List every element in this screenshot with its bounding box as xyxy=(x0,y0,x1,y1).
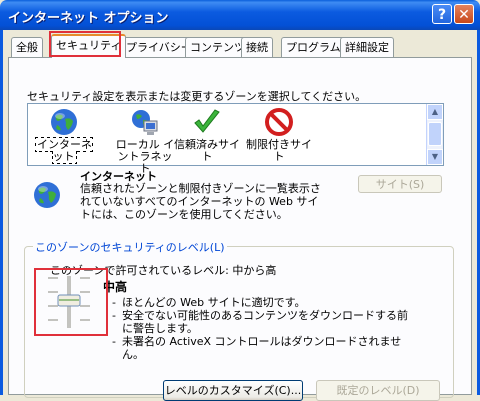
selected-zone-globe-icon xyxy=(32,180,62,210)
window-title: インターネット オプション xyxy=(8,11,169,26)
scroll-thumb[interactable] xyxy=(428,122,442,146)
level-bullet: ほとんどの Web サイトに適切です。 xyxy=(112,296,412,309)
tab-advanced[interactable]: 詳細設定 xyxy=(340,37,394,57)
prohibited-icon xyxy=(264,107,294,137)
security-level-legend: このゾーンのセキュリティのレベル(L) xyxy=(33,239,227,255)
zone-restricted-sites[interactable]: 制限付きサイト xyxy=(244,104,314,163)
zone-internet[interactable]: インターネット xyxy=(32,104,96,164)
checkmark-icon xyxy=(192,107,222,137)
zone-list: インターネット ローカル イントラネット 信頼済みサイト 制限付きサイト ▲ ▼ xyxy=(27,103,444,175)
help-button[interactable]: ? xyxy=(432,4,452,24)
title-bar: インターネット オプション ? ✕ xyxy=(0,0,480,30)
scroll-up-arrow[interactable]: ▲ xyxy=(427,104,443,120)
tab-general[interactable]: 全般 xyxy=(11,37,43,57)
selected-zone-description: 信頼されたゾーンと制限付きゾーンに一覧表示されていないすべてのインターネットの … xyxy=(80,182,321,221)
zone-label-trusted-sites: 信頼済みサイト xyxy=(174,138,240,163)
zone-label-internet: インターネット xyxy=(35,137,93,164)
zone-trusted-sites[interactable]: 信頼済みサイト xyxy=(172,104,242,163)
zone-instruction: セキュリティ設定を表示または変更するゾーンを選択してください。 xyxy=(27,90,367,103)
level-bullet: 未署名の ActiveX コントロールはダウンロードされません。 xyxy=(112,335,412,361)
globe-icon xyxy=(49,107,79,137)
level-bullet: 安全でない可能性のあるコンテンツをダウンロードする前に警告します。 xyxy=(112,309,412,335)
zone-label-restricted-sites: 制限付きサイト xyxy=(246,138,312,163)
tab-connections[interactable]: 接続 xyxy=(241,37,273,57)
close-button[interactable]: ✕ xyxy=(454,4,474,24)
tab-programs[interactable]: プログラム xyxy=(281,37,346,57)
sites-button[interactable]: サイト(S) xyxy=(358,175,442,193)
custom-level-button[interactable]: レベルのカスタマイズ(C)... xyxy=(163,380,303,401)
security-level-description: ほとんどの Web サイトに適切です。 安全でない可能性のあるコンテンツをダウン… xyxy=(112,296,412,361)
zone-scrollbar[interactable]: ▲ ▼ xyxy=(426,104,443,165)
default-level-button[interactable]: 既定のレベル(D) xyxy=(316,380,440,401)
slider-highlight-box xyxy=(34,268,108,336)
intranet-icon xyxy=(130,107,160,137)
tab-highlight-box xyxy=(49,31,121,57)
zone-local-intranet[interactable]: ローカル イントラネット xyxy=(113,104,177,175)
scroll-down-arrow[interactable]: ▼ xyxy=(427,149,443,165)
